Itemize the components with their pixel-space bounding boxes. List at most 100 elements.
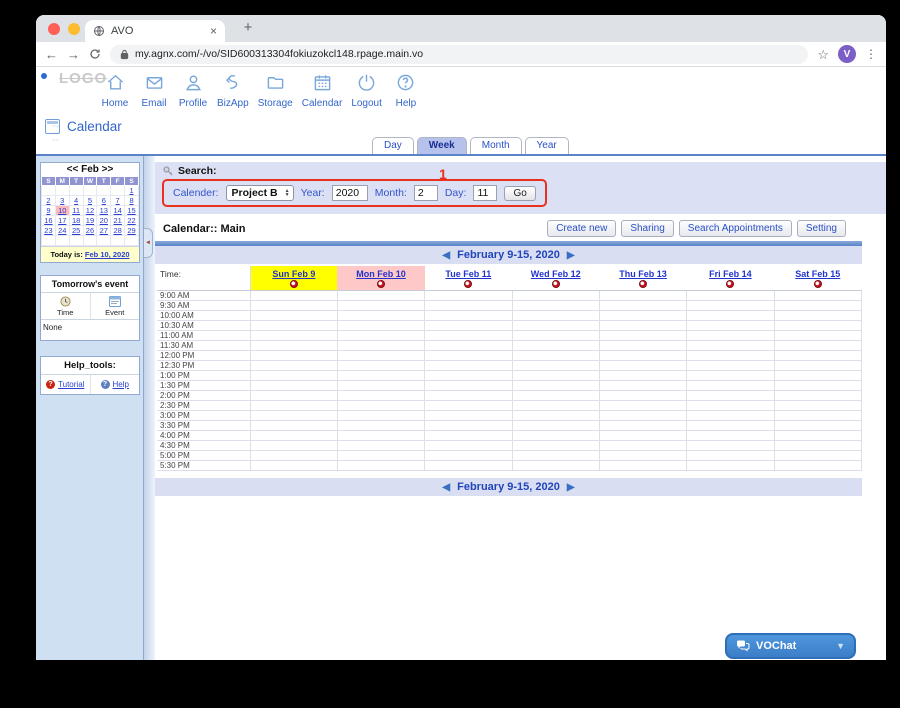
- time-slot-cell[interactable]: [774, 420, 861, 430]
- time-slot-cell[interactable]: [337, 290, 424, 300]
- time-slot-cell[interactable]: [512, 320, 599, 330]
- new-appointment-icon[interactable]: [290, 280, 298, 288]
- day-header-link[interactable]: Sun Feb 9: [251, 266, 338, 279]
- mini-calendar-day-cell[interactable]: 21: [111, 216, 125, 226]
- mini-calendar-day-link[interactable]: 4: [74, 196, 78, 205]
- view-tab-day[interactable]: Day: [372, 137, 414, 154]
- time-slot-cell[interactable]: [425, 460, 512, 470]
- time-slot-cell[interactable]: [687, 410, 774, 420]
- time-slot-cell[interactable]: [687, 460, 774, 470]
- new-appointment-icon[interactable]: [726, 280, 734, 288]
- nav-item-email[interactable]: Email: [139, 73, 169, 109]
- forward-icon[interactable]: →: [67, 48, 80, 61]
- time-slot-cell[interactable]: [512, 450, 599, 460]
- new-appointment-icon[interactable]: [377, 280, 385, 288]
- nav-item-bizapp[interactable]: BizApp: [217, 73, 249, 109]
- time-slot-cell[interactable]: [774, 300, 861, 310]
- mini-calendar-day-cell[interactable]: 8: [125, 196, 139, 206]
- mini-calendar-day-link[interactable]: 29: [127, 226, 135, 235]
- time-slot-cell[interactable]: [250, 420, 337, 430]
- time-slot-cell[interactable]: [425, 340, 512, 350]
- time-slot-cell[interactable]: [512, 290, 599, 300]
- new-appointment-icon[interactable]: [814, 280, 822, 288]
- tutorial-link[interactable]: Tutorial: [58, 380, 84, 389]
- mini-calendar-day-link[interactable]: 19: [86, 216, 94, 225]
- time-slot-cell[interactable]: [250, 340, 337, 350]
- time-slot-cell[interactable]: [512, 330, 599, 340]
- time-slot-cell[interactable]: [337, 410, 424, 420]
- mini-calendar-day-cell[interactable]: 2: [42, 196, 56, 206]
- time-slot-cell[interactable]: [599, 390, 686, 400]
- time-slot-cell[interactable]: [687, 310, 774, 320]
- mini-calendar-day-link[interactable]: 17: [58, 216, 66, 225]
- month-input[interactable]: [414, 185, 438, 201]
- time-slot-cell[interactable]: [599, 380, 686, 390]
- time-slot-cell[interactable]: [250, 350, 337, 360]
- new-appointment-icon[interactable]: [639, 280, 647, 288]
- time-slot-cell[interactable]: [687, 330, 774, 340]
- time-slot-cell[interactable]: [425, 330, 512, 340]
- time-slot-cell[interactable]: [687, 380, 774, 390]
- mini-calendar-day-cell[interactable]: 22: [125, 216, 139, 226]
- mini-calendar-day-link[interactable]: 6: [102, 196, 106, 205]
- mini-calendar-day-cell[interactable]: 26: [83, 226, 97, 236]
- nav-item-logout[interactable]: Logout: [351, 73, 382, 109]
- time-slot-cell[interactable]: [599, 410, 686, 420]
- time-slot-cell[interactable]: [599, 430, 686, 440]
- next-week-icon[interactable]: ▶: [563, 482, 579, 493]
- time-slot-cell[interactable]: [774, 450, 861, 460]
- time-slot-cell[interactable]: [687, 390, 774, 400]
- time-slot-cell[interactable]: [425, 440, 512, 450]
- sharing-button[interactable]: Sharing: [621, 220, 673, 237]
- vochat-button[interactable]: VOChat ▼: [725, 633, 856, 659]
- new-appointment-icon[interactable]: [464, 280, 472, 288]
- reload-icon[interactable]: [89, 48, 101, 60]
- time-slot-cell[interactable]: [512, 300, 599, 310]
- time-slot-cell[interactable]: [687, 290, 774, 300]
- time-slot-cell[interactable]: [425, 360, 512, 370]
- time-slot-cell[interactable]: [599, 300, 686, 310]
- time-slot-cell[interactable]: [774, 400, 861, 410]
- time-slot-cell[interactable]: [425, 380, 512, 390]
- time-slot-cell[interactable]: [512, 420, 599, 430]
- browser-tab[interactable]: AVO ×: [85, 20, 225, 42]
- mini-calendar-day-link[interactable]: 3: [60, 196, 64, 205]
- time-slot-cell[interactable]: [512, 390, 599, 400]
- mini-calendar-day-link[interactable]: 8: [129, 196, 133, 205]
- time-slot-cell[interactable]: [512, 310, 599, 320]
- time-slot-cell[interactable]: [250, 330, 337, 340]
- help-item[interactable]: ? Help: [90, 375, 140, 394]
- time-slot-cell[interactable]: [687, 450, 774, 460]
- mini-calendar-day-cell[interactable]: 23: [42, 226, 56, 236]
- mini-calendar-day-link[interactable]: 28: [113, 226, 121, 235]
- mini-calendar-day-link[interactable]: 27: [100, 226, 108, 235]
- prev-week-icon[interactable]: ◀: [438, 482, 454, 493]
- time-slot-cell[interactable]: [250, 460, 337, 470]
- time-slot-cell[interactable]: [774, 380, 861, 390]
- time-slot-cell[interactable]: [687, 340, 774, 350]
- mini-calendar-month-nav[interactable]: << Feb >>: [41, 163, 139, 176]
- time-slot-cell[interactable]: [250, 290, 337, 300]
- time-slot-cell[interactable]: [774, 320, 861, 330]
- time-slot-cell[interactable]: [337, 320, 424, 330]
- time-slot-cell[interactable]: [599, 330, 686, 340]
- time-slot-cell[interactable]: [250, 380, 337, 390]
- mini-calendar-day-cell[interactable]: 28: [111, 226, 125, 236]
- time-slot-cell[interactable]: [774, 460, 861, 470]
- new-appointment-icon[interactable]: [552, 280, 560, 288]
- day-header-link[interactable]: Fri Feb 14: [687, 266, 774, 279]
- time-slot-cell[interactable]: [425, 350, 512, 360]
- time-slot-cell[interactable]: [337, 400, 424, 410]
- time-slot-cell[interactable]: [425, 430, 512, 440]
- time-slot-cell[interactable]: [512, 460, 599, 470]
- profile-avatar[interactable]: V: [838, 45, 856, 63]
- mini-calendar-day-link[interactable]: 11: [72, 206, 80, 215]
- mini-calendar-day-link[interactable]: 24: [58, 226, 66, 235]
- time-slot-cell[interactable]: [425, 290, 512, 300]
- time-slot-cell[interactable]: [599, 310, 686, 320]
- mini-calendar-day-cell[interactable]: 1: [125, 186, 139, 196]
- time-slot-cell[interactable]: [250, 440, 337, 450]
- close-tab-icon[interactable]: ×: [210, 24, 217, 38]
- time-slot-cell[interactable]: [512, 440, 599, 450]
- time-slot-cell[interactable]: [774, 350, 861, 360]
